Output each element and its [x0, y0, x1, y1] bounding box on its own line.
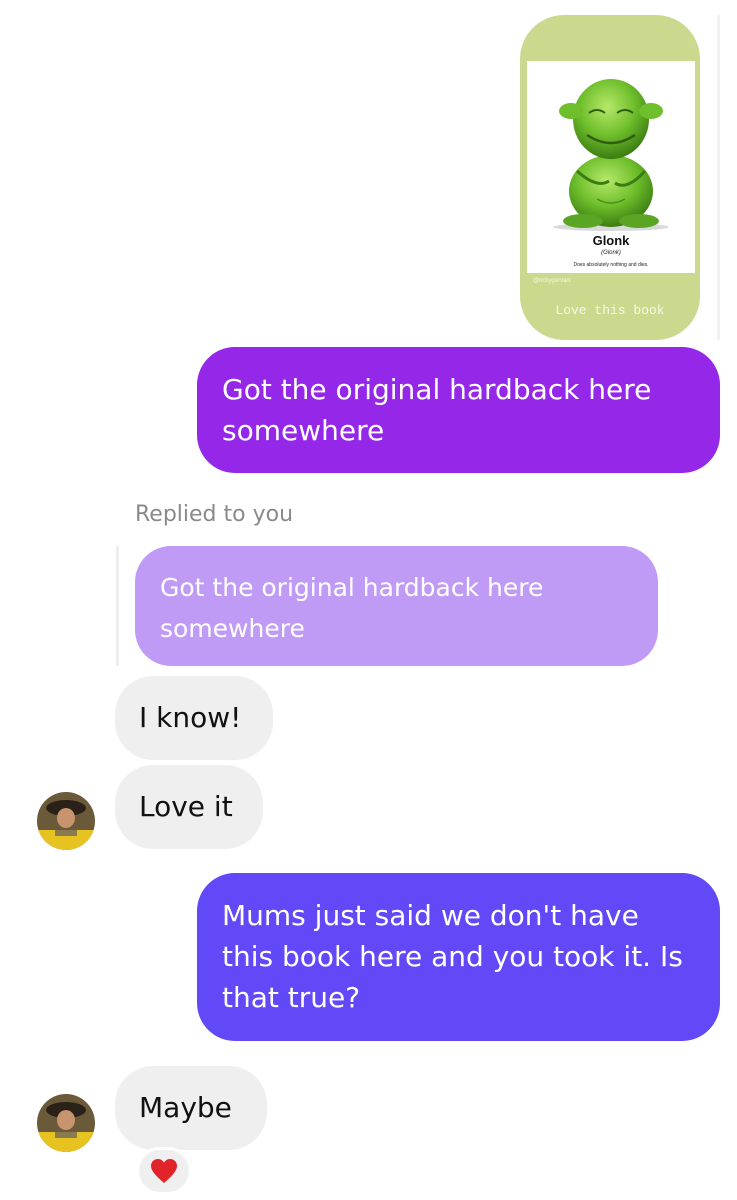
- book-page-image: Glonk (Glonk) Does absolutely nothing an…: [527, 61, 695, 273]
- avatar[interactable]: [37, 792, 95, 850]
- sent-message-bubble[interactable]: Mums just said we don't have this book h…: [197, 873, 720, 1041]
- avatar[interactable]: [37, 1094, 95, 1152]
- heart-icon: [151, 1159, 177, 1183]
- story-credit: @rickygervais: [533, 278, 571, 284]
- quoted-message-bubble[interactable]: Got the original hardback here somewhere: [135, 546, 658, 666]
- shared-story-card[interactable]: Glonk (Glonk) Does absolutely nothing an…: [520, 15, 700, 340]
- received-message-bubble[interactable]: Love it: [115, 765, 263, 849]
- received-message-bubble[interactable]: Maybe: [115, 1066, 267, 1150]
- received-message-bubble[interactable]: I know!: [115, 676, 273, 760]
- reply-context-label: Replied to you: [135, 502, 294, 527]
- reply-indicator-bar: [116, 546, 119, 666]
- avatar-image: [37, 1094, 95, 1152]
- avatar-image: [37, 792, 95, 850]
- book-title: Glonk: [592, 233, 630, 248]
- book-subtitle: (Glonk): [601, 250, 621, 256]
- book-description: Does absolutely nothing and dies.: [573, 262, 649, 268]
- story-reply-line: [717, 15, 720, 340]
- story-caption: Love this book: [555, 303, 665, 318]
- glonk-illustration: [553, 79, 669, 231]
- sent-message-bubble[interactable]: Got the original hardback here somewhere: [197, 347, 720, 473]
- message-reaction[interactable]: [136, 1147, 192, 1195]
